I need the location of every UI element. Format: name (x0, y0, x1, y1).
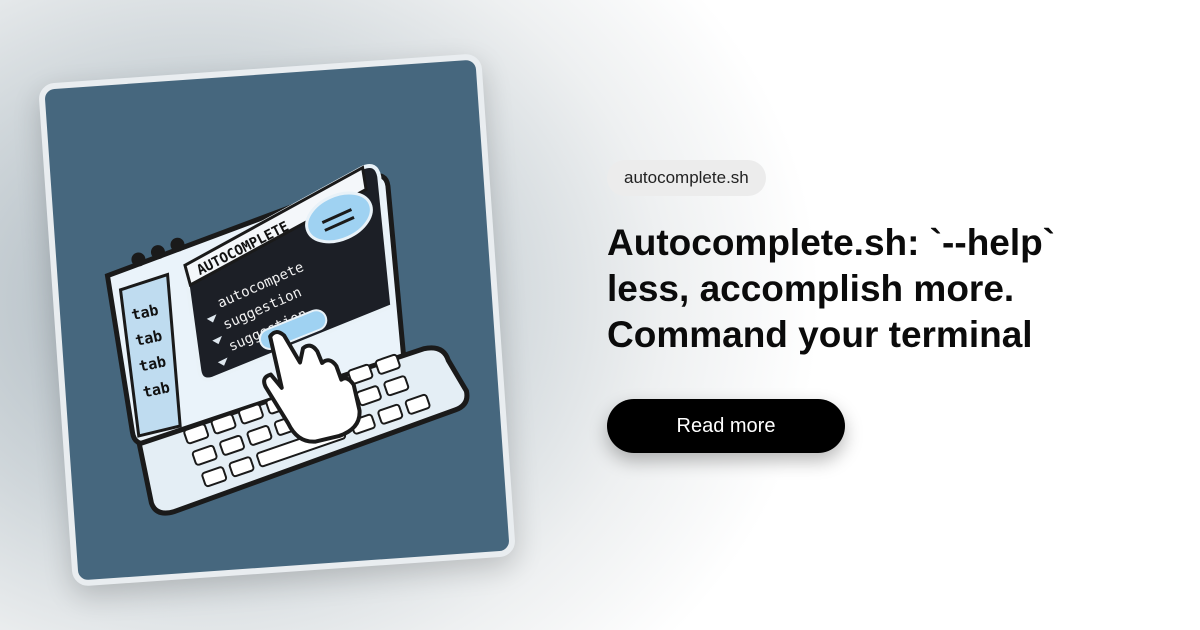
laptop-autocomplete-illustration: tab tab tab tab AUTOCOMPLETE autocompete… (104, 163, 470, 516)
hero-illustration-card: tab tab tab tab AUTOCOMPLETE autocompete… (37, 53, 517, 587)
headline-line: less, accomplish more. (607, 268, 1015, 309)
headline-line: Autocomplete.sh: `--help` (607, 222, 1056, 263)
read-more-button[interactable]: Read more (607, 399, 845, 453)
site-tag[interactable]: autocomplete.sh (607, 160, 766, 196)
headline-line: Command your terminal (607, 314, 1033, 355)
page-title: Autocomplete.sh: `--help` less, accompli… (607, 220, 1127, 358)
